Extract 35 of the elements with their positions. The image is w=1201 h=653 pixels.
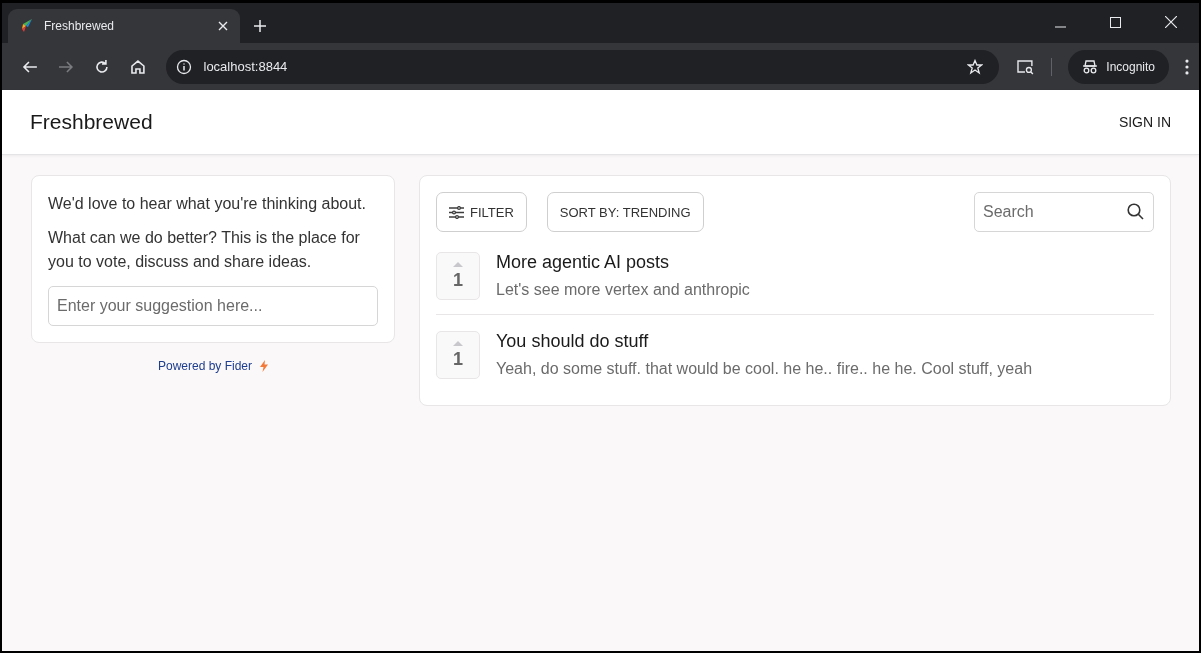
home-icon[interactable] <box>129 58 146 75</box>
info-icon[interactable] <box>175 58 192 75</box>
post-description: Let's see more vertex and anthropic <box>496 281 750 299</box>
menu-icon[interactable] <box>1185 58 1189 75</box>
filter-button[interactable]: FILTER <box>436 192 527 232</box>
post-title[interactable]: More agentic AI posts <box>496 252 750 273</box>
lightning-icon <box>260 360 268 372</box>
leaf-logo-icon <box>20 18 34 34</box>
vote-button[interactable]: 1 <box>436 252 480 300</box>
intro-text: We'd love to hear what you're thinking about. <box>48 194 367 214</box>
sliders-icon <box>449 205 464 219</box>
caret-up-icon <box>453 340 463 346</box>
reload-icon[interactable] <box>93 58 110 75</box>
incognito-icon <box>1082 59 1099 74</box>
window-search-icon[interactable] <box>1017 58 1036 75</box>
intro-text: What can we do better? This is the place for you to vote, discuss and share ideas. <box>48 228 361 272</box>
search-field[interactable]: Search <box>974 192 1154 232</box>
browser-tab[interactable]: Freshbrewed <box>8 9 240 43</box>
new-tab-icon[interactable] <box>254 20 266 32</box>
sign-in-link[interactable]: SIGN IN <box>1118 114 1171 130</box>
suggestion-field[interactable]: Enter your suggestion here... <box>48 286 378 326</box>
search-icon[interactable] <box>1127 203 1144 220</box>
close-icon[interactable] <box>1165 16 1177 28</box>
star-icon[interactable] <box>967 58 984 75</box>
incognito-profile-button[interactable]: Incognito <box>1068 49 1169 84</box>
maximize-icon[interactable] <box>1110 17 1121 28</box>
post-description: Yeah, do some stuff. that would be cool. he he.. fire.. he he. Cool stuff, yeah <box>496 360 1033 378</box>
site-title[interactable]: Freshbrewed <box>30 110 153 134</box>
caret-up-icon <box>453 261 463 267</box>
close-icon[interactable] <box>218 21 228 31</box>
powered-by-link[interactable]: Powered by Fider <box>157 359 252 373</box>
post-title[interactable]: You should do stuff <box>496 331 1033 352</box>
address-bar[interactable]: localhost:8844 <box>165 49 1000 84</box>
vote-button[interactable]: 1 <box>436 331 480 379</box>
sort-button[interactable]: SORT BY: TRENDING <box>546 192 704 232</box>
